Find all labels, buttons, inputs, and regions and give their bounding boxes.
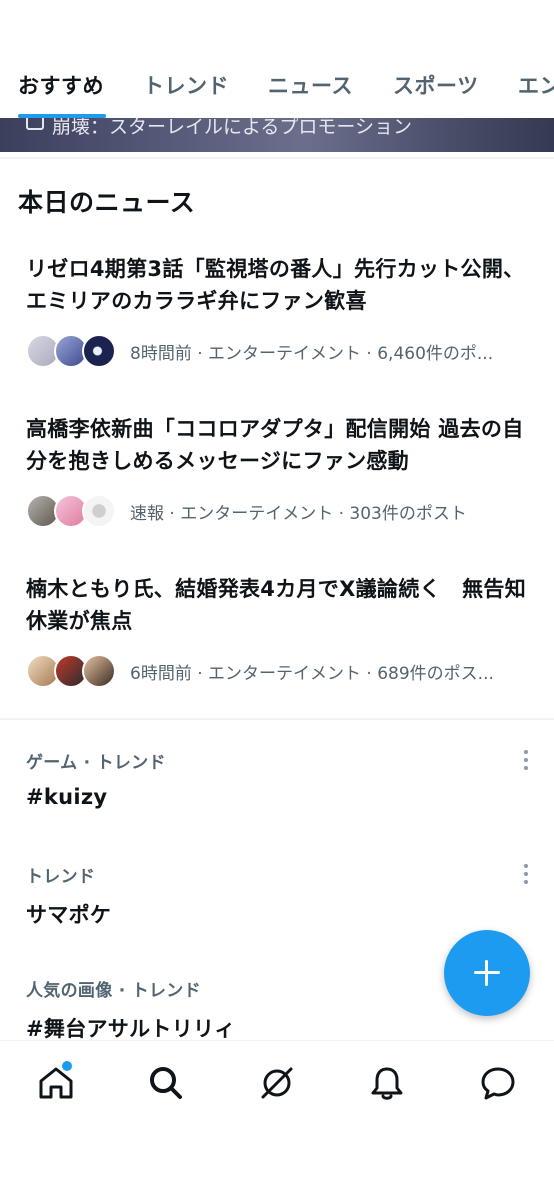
search-icon	[150, 1067, 182, 1099]
nav-grok[interactable]	[257, 1063, 297, 1103]
news-item[interactable]: 高橋李依新曲「ココロアダプタ」配信開始 過去の自分を抱きしめるメッセージにファン…	[26, 413, 530, 529]
trend-context: ゲーム · トレンド	[26, 753, 166, 773]
more-options-icon[interactable]	[522, 864, 530, 884]
section-title-today-news: 本日のニュース	[18, 188, 196, 217]
news-meta: 速報 · エンターテイメント · 303件のポスト	[26, 493, 530, 529]
trend-item[interactable]: ゲーム · トレンド #kuizy	[26, 748, 530, 809]
tab-news[interactable]: ニュース	[268, 70, 353, 100]
promo-banner[interactable]: 崩壊：スターレイルによるプロモーション	[0, 118, 554, 152]
news-meta: 8時間前 · エンターテイメント · 6,460件のポ...	[26, 333, 530, 369]
news-meta-text: 速報 · エンターテイメント · 303件のポスト	[130, 504, 467, 524]
trend-name: サマポケ	[26, 903, 112, 927]
nav-search[interactable]	[146, 1063, 186, 1103]
more-options-icon[interactable]	[522, 750, 530, 770]
trend-item[interactable]: トレンド サマポケ	[26, 862, 530, 929]
avatar	[82, 334, 116, 368]
news-headline: リゼロ4期第3話「監視塔の番人」先行カット公開、エミリアのカララギ弁にファン歓喜	[26, 257, 525, 313]
news-headline: 楠木ともり氏、結婚発表4カ月でX議論続く 無告知休業が焦点	[26, 577, 527, 633]
divider	[0, 157, 554, 159]
top-tab-bar: おすすめ トレンド ニュース スポーツ エン	[0, 0, 554, 120]
avatar-stack	[26, 333, 122, 369]
avatar-stack	[26, 493, 122, 529]
notification-dot	[62, 1061, 72, 1071]
grok-icon	[261, 1067, 293, 1099]
trend-name: #kuizy	[26, 785, 108, 809]
promoted-icon	[26, 118, 44, 130]
news-meta-text: 8時間前 · エンターテイメント · 6,460件のポ...	[130, 344, 494, 364]
trend-context: トレンド	[26, 867, 96, 887]
explore-screen: おすすめ トレンド ニュース スポーツ エン 崩壊：スターレイルによるプロモーシ…	[0, 0, 554, 1200]
news-meta: 6時間前 · エンターテイメント · 689件のポス...	[26, 653, 530, 689]
nav-messages[interactable]	[478, 1063, 518, 1103]
tab-sports[interactable]: スポーツ	[393, 70, 479, 100]
news-meta-text: 6時間前 · エンターテイメント · 689件のポス...	[130, 664, 494, 684]
promo-label: 崩壊：スターレイルによるプロモーション	[52, 118, 413, 138]
avatar-stack	[26, 653, 122, 689]
divider	[0, 718, 554, 720]
avatar	[82, 494, 116, 528]
tab-recommended[interactable]: おすすめ	[18, 70, 104, 100]
nav-notifications[interactable]	[367, 1063, 407, 1103]
compose-button[interactable]	[444, 930, 530, 1016]
bell-icon	[371, 1067, 403, 1100]
news-item[interactable]: リゼロ4期第3話「監視塔の番人」先行カット公開、エミリアのカララギ弁にファン歓喜…	[26, 253, 530, 369]
trend-name: #舞台アサルトリリィ	[26, 1017, 236, 1041]
tab-trending[interactable]: トレンド	[143, 70, 229, 100]
nav-home[interactable]	[36, 1061, 76, 1103]
news-headline: 高橋李依新曲「ココロアダプタ」配信開始 過去の自分を抱きしめるメッセージにファン…	[26, 417, 524, 473]
message-icon	[481, 1067, 515, 1100]
bottom-navigation	[0, 1040, 554, 1200]
tab-entertainment[interactable]: エン	[518, 70, 554, 100]
news-item[interactable]: 楠木ともり氏、結婚発表4カ月でX議論続く 無告知休業が焦点 6時間前 · エンタ…	[26, 573, 530, 689]
avatar	[82, 654, 116, 688]
